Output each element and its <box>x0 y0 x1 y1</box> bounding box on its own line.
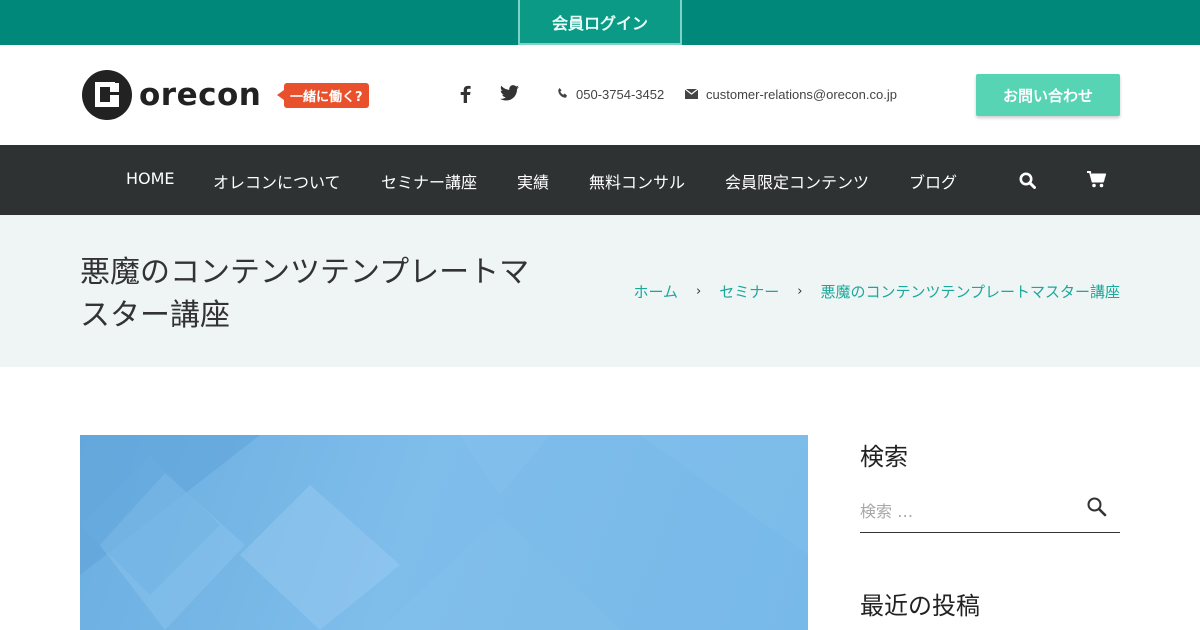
featured-image <box>80 435 808 630</box>
cart-icon[interactable] <box>1087 171 1107 192</box>
email-address: customer-relations@orecon.co.jp <box>706 87 897 102</box>
page-title-band: 悪魔のコンテンツテンプレートマスター講座 ホーム › セミナー › 悪魔のコンテ… <box>0 215 1200 367</box>
nav-item-free-consulting[interactable]: 無料コンサル <box>589 169 685 193</box>
logo-text: orecon <box>139 77 262 113</box>
chevron-right-icon: › <box>797 284 803 299</box>
nav-item-results[interactable]: 実績 <box>517 169 549 193</box>
nav-item-about[interactable]: オレコンについて <box>213 169 341 193</box>
search-input[interactable] <box>860 490 1120 533</box>
breadcrumb-current-page[interactable]: 悪魔のコンテンツテンプレートマスター講座 <box>820 281 1120 302</box>
nav-item-home[interactable]: HOME <box>126 169 175 188</box>
nav-item-members-content[interactable]: 会員限定コンテンツ <box>725 169 869 193</box>
breadcrumb-seminar-link[interactable]: セミナー <box>719 281 779 302</box>
email-contact[interactable]: customer-relations@orecon.co.jp <box>684 87 897 102</box>
work-with-us-badge[interactable]: 一緒に働く? <box>277 83 369 108</box>
phone-icon <box>557 87 568 102</box>
search-widget-heading: 検索 <box>860 443 908 471</box>
phone-number: 050-3754-3452 <box>576 87 665 102</box>
facebook-icon[interactable] <box>460 85 471 108</box>
member-login-button[interactable]: 会員ログイン <box>518 0 682 45</box>
site-logo[interactable]: orecon <box>82 69 261 121</box>
site-header: orecon 一緒に働く? 050-3754-3452 customer-rel… <box>0 45 1200 145</box>
top-bar: 会員ログイン <box>0 0 1200 45</box>
twitter-icon[interactable] <box>500 85 519 106</box>
page-title: 悪魔のコンテンツテンプレートマスター講座 <box>80 255 530 333</box>
chevron-right-icon: › <box>696 284 702 299</box>
search-submit-icon[interactable] <box>1086 496 1112 522</box>
envelope-icon <box>684 87 699 102</box>
main-nav: HOME オレコンについて セミナー講座 実績 無料コンサル 会員限定コンテンツ… <box>0 145 1200 215</box>
nav-item-blog[interactable]: ブログ <box>909 169 957 193</box>
breadcrumb-home-link[interactable]: ホーム <box>633 281 678 302</box>
nav-item-seminar[interactable]: セミナー講座 <box>381 169 477 193</box>
logo-mark-icon <box>82 70 132 120</box>
breadcrumb: ホーム › セミナー › 悪魔のコンテンツテンプレートマスター講座 <box>633 281 1120 302</box>
phone-contact[interactable]: 050-3754-3452 <box>557 87 664 102</box>
inquiry-button[interactable]: お問い合わせ <box>976 74 1120 116</box>
recent-posts-heading: 最近の投稿 <box>860 592 980 620</box>
search-icon[interactable] <box>1019 172 1036 193</box>
